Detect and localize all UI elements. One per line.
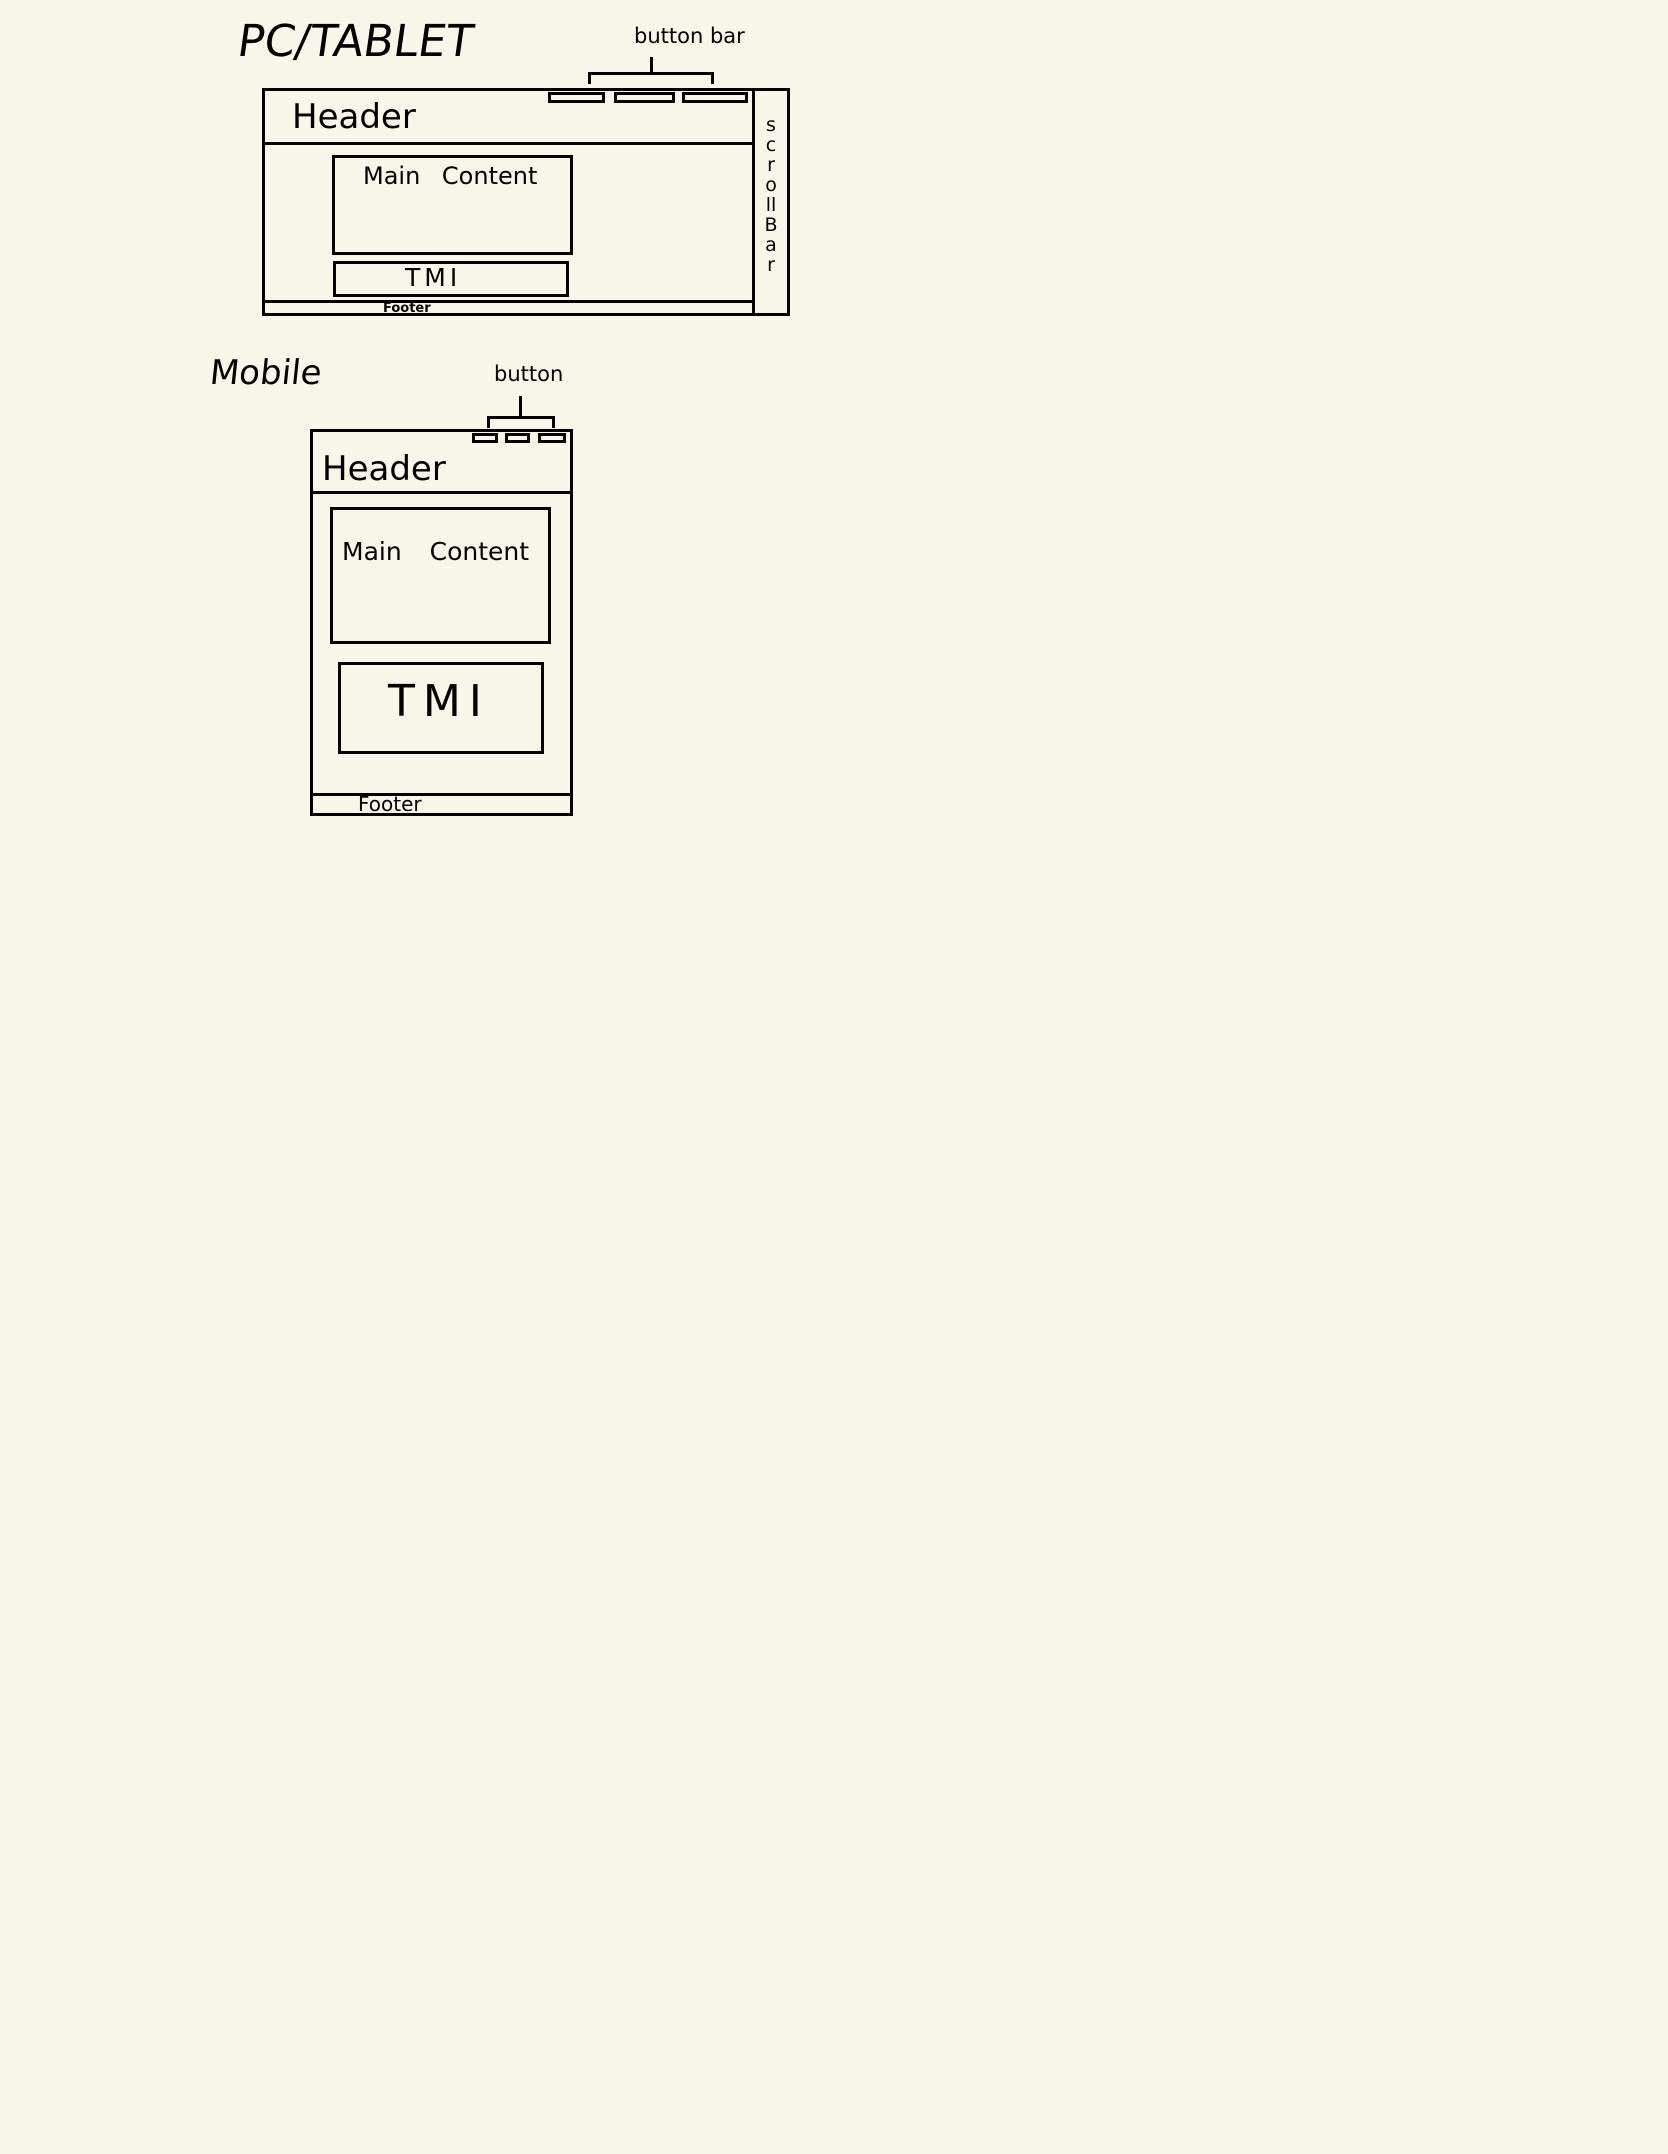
mobile-button-3[interactable]	[538, 433, 566, 443]
pc-scrollbar-label: scroll Bar	[764, 114, 778, 276]
mobile-main-content	[330, 507, 551, 644]
mobile-button-1[interactable]	[472, 433, 498, 443]
pc-button-bar-bracket-stem	[650, 57, 653, 74]
pc-button-2[interactable]	[614, 92, 675, 103]
pc-footer-label: Footer	[383, 301, 431, 316]
pc-footer-divider	[262, 300, 755, 303]
pc-header-label: Header	[292, 97, 416, 137]
mobile-button-bracket-stem	[519, 396, 522, 418]
mobile-button-2[interactable]	[505, 433, 530, 443]
pc-tmi-label: TMI	[405, 263, 462, 292]
mobile-button-annotation: button	[494, 362, 564, 386]
pc-button-bar-annotation: button bar	[634, 24, 745, 48]
pc-button-3[interactable]	[682, 92, 748, 103]
pc-button-1[interactable]	[548, 92, 605, 103]
pc-scrollbar[interactable]: scroll Bar	[755, 91, 787, 313]
mobile-title: Mobile	[207, 353, 324, 393]
mobile-header-divider	[310, 491, 573, 494]
pc-main-content-label: Main Content	[363, 162, 538, 190]
mobile-header-label: Header	[322, 449, 446, 489]
mobile-footer-divider	[310, 793, 573, 796]
mobile-footer-label: Footer	[358, 792, 422, 816]
mobile-tmi-label: TMI	[388, 676, 490, 727]
pc-header-divider	[262, 142, 755, 145]
pc-tablet-title: PC/TABLET	[234, 16, 477, 67]
mobile-main-content-label: Main Content	[342, 537, 530, 566]
